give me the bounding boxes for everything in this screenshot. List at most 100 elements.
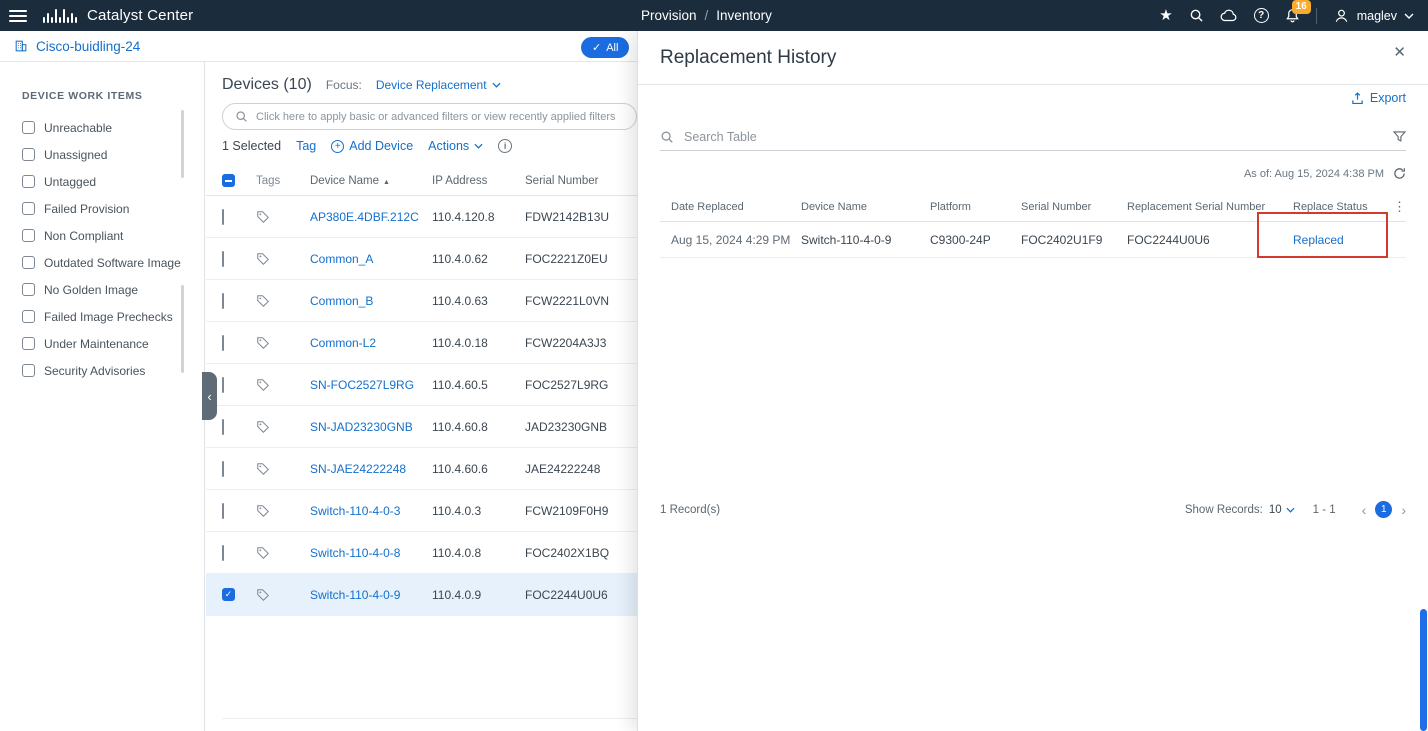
- device-name-link[interactable]: SN-JAD23230GNB: [310, 420, 413, 434]
- info-icon[interactable]: i: [498, 139, 512, 153]
- col-date-replaced[interactable]: Date Replaced: [671, 201, 801, 213]
- sidebar-item-untagged[interactable]: Untagged: [0, 168, 204, 195]
- checkbox[interactable]: [22, 202, 35, 215]
- row-checkbox[interactable]: [222, 293, 224, 309]
- device-name-link[interactable]: AP380E.4DBF.212C: [310, 210, 419, 224]
- refresh-icon[interactable]: [1393, 167, 1406, 180]
- device-row[interactable]: Switch-110-4-0-8 110.4.0.8 FOC2402X1BQ: [206, 532, 637, 574]
- sidebar-item-failed-image-prechecks[interactable]: Failed Image Prechecks: [0, 303, 204, 330]
- device-name-link[interactable]: SN-FOC2527L9RG: [310, 378, 414, 392]
- page-1-button[interactable]: 1: [1375, 501, 1392, 518]
- device-name-link[interactable]: Common_B: [310, 294, 373, 308]
- panel-search-input[interactable]: [684, 130, 1383, 144]
- col-ip-address[interactable]: IP Address: [432, 175, 525, 187]
- tag-icon[interactable]: [256, 294, 310, 308]
- sidebar-item-outdated-software-image[interactable]: Outdated Software Image: [0, 249, 204, 276]
- select-all-checkbox[interactable]: [222, 174, 235, 187]
- tag-icon[interactable]: [256, 420, 310, 434]
- row-checkbox[interactable]: [222, 419, 224, 435]
- close-icon[interactable]: ✕: [1393, 43, 1406, 61]
- user-menu[interactable]: maglev: [1333, 7, 1414, 24]
- device-name-link[interactable]: SN-JAE24222248: [310, 462, 406, 476]
- device-name-link[interactable]: Switch-110-4-0-3: [310, 504, 400, 518]
- row-checkbox[interactable]: [222, 545, 224, 561]
- device-row[interactable]: Common_A 110.4.0.62 FOC2221Z0EU: [206, 238, 637, 280]
- device-row[interactable]: SN-JAE24222248 110.4.60.6 JAE24222248: [206, 448, 637, 490]
- checkbox[interactable]: [22, 121, 35, 134]
- device-name-link[interactable]: Switch-110-4-0-8: [310, 546, 400, 560]
- sidebar-item-under-maintenance[interactable]: Under Maintenance: [0, 330, 204, 357]
- checkbox[interactable]: [22, 310, 35, 323]
- tag-icon[interactable]: [256, 546, 310, 560]
- device-filter-search[interactable]: [222, 103, 637, 130]
- device-row[interactable]: Switch-110-4-0-3 110.4.0.3 FCW2109F0H9: [206, 490, 637, 532]
- tag-icon[interactable]: [256, 588, 310, 602]
- sidebar-item-security-advisories[interactable]: Security Advisories: [0, 357, 204, 384]
- col-replace-status[interactable]: Replace Status: [1293, 201, 1392, 213]
- notifications-icon[interactable]: 16: [1285, 8, 1300, 23]
- row-checkbox[interactable]: [222, 335, 224, 351]
- device-row[interactable]: Common-L2 110.4.0.18 FCW2204A3J3: [206, 322, 637, 364]
- tag-button[interactable]: Tag: [296, 139, 316, 153]
- sidebar-scrollbar[interactable]: [181, 285, 184, 373]
- col-serial-number[interactable]: Serial Number: [1021, 201, 1127, 213]
- favorites-icon[interactable]: ★: [1159, 8, 1172, 23]
- tag-icon[interactable]: [256, 252, 310, 266]
- breadcrumb-section[interactable]: Provision: [641, 8, 697, 23]
- add-device-button[interactable]: + Add Device: [331, 139, 413, 153]
- col-device-name[interactable]: Device Name: [801, 201, 930, 213]
- tag-icon[interactable]: [256, 378, 310, 392]
- sidebar-item-failed-provision[interactable]: Failed Provision: [0, 195, 204, 222]
- filter-icon[interactable]: [1393, 131, 1406, 142]
- checkbox[interactable]: [22, 337, 35, 350]
- all-filter-button[interactable]: ✓ All: [581, 37, 629, 58]
- checkbox[interactable]: [22, 364, 35, 377]
- cloud-icon[interactable]: [1220, 9, 1238, 22]
- sidebar-item-unreachable[interactable]: Unreachable: [0, 114, 204, 141]
- col-platform[interactable]: Platform: [930, 201, 1021, 213]
- sidebar-item-unassigned[interactable]: Unassigned: [0, 141, 204, 168]
- tag-icon[interactable]: [256, 336, 310, 350]
- next-page-icon[interactable]: ›: [1401, 502, 1406, 518]
- device-row[interactable]: AP380E.4DBF.212C 110.4.120.8 FDW2142B13U: [206, 196, 637, 238]
- row-checkbox[interactable]: [222, 209, 224, 225]
- row-checkbox[interactable]: [222, 461, 224, 477]
- col-device-name[interactable]: Device Name▲: [310, 175, 432, 187]
- device-name-link[interactable]: Common-L2: [310, 336, 376, 350]
- device-name-link[interactable]: Common_A: [310, 252, 373, 266]
- tag-icon[interactable]: [256, 504, 310, 518]
- checkbox[interactable]: [22, 283, 35, 296]
- focus-dropdown[interactable]: Device Replacement: [376, 78, 501, 92]
- col-serial-number[interactable]: Serial Number: [525, 175, 637, 187]
- sidebar-item-no-golden-image[interactable]: No Golden Image: [0, 276, 204, 303]
- menu-icon[interactable]: [9, 10, 27, 22]
- row-checkbox[interactable]: [222, 503, 224, 519]
- device-name-link[interactable]: Switch-110-4-0-9: [310, 588, 400, 602]
- sidebar-collapse-button[interactable]: ‹: [202, 372, 217, 420]
- export-button[interactable]: Export: [1351, 91, 1406, 105]
- col-tags[interactable]: Tags: [256, 175, 310, 187]
- device-row[interactable]: SN-FOC2527L9RG 110.4.60.5 FOC2527L9RG: [206, 364, 637, 406]
- sidebar-scrollbar[interactable]: [181, 110, 184, 178]
- device-row-selected[interactable]: ✓ Switch-110-4-0-9 110.4.0.9 FOC2244U0U6: [206, 574, 637, 616]
- site-name-link[interactable]: Cisco-buidling-24: [36, 39, 140, 54]
- checkbox[interactable]: [22, 256, 35, 269]
- row-checkbox[interactable]: [222, 251, 224, 267]
- show-records-dropdown[interactable]: 10: [1269, 504, 1295, 516]
- actions-dropdown[interactable]: Actions: [428, 139, 483, 153]
- help-icon[interactable]: ?: [1254, 8, 1269, 23]
- checkbox[interactable]: [22, 148, 35, 161]
- device-row[interactable]: SN-JAD23230GNB 110.4.60.8 JAD23230GNB: [206, 406, 637, 448]
- row-checkbox-checked[interactable]: ✓: [222, 588, 235, 601]
- search-icon[interactable]: [1189, 8, 1204, 23]
- page-scrollbar[interactable]: [1420, 609, 1427, 731]
- prev-page-icon[interactable]: ‹: [1362, 502, 1367, 518]
- checkbox[interactable]: [22, 175, 35, 188]
- panel-search[interactable]: [660, 123, 1406, 151]
- sidebar-item-non-compliant[interactable]: Non Compliant: [0, 222, 204, 249]
- device-row[interactable]: Common_B 110.4.0.63 FCW2221L0VN: [206, 280, 637, 322]
- row-checkbox[interactable]: [222, 377, 224, 393]
- device-filter-input[interactable]: [256, 111, 624, 123]
- col-replacement-serial-number[interactable]: Replacement Serial Number: [1127, 201, 1293, 213]
- column-settings-icon[interactable]: ⋮: [1392, 199, 1406, 215]
